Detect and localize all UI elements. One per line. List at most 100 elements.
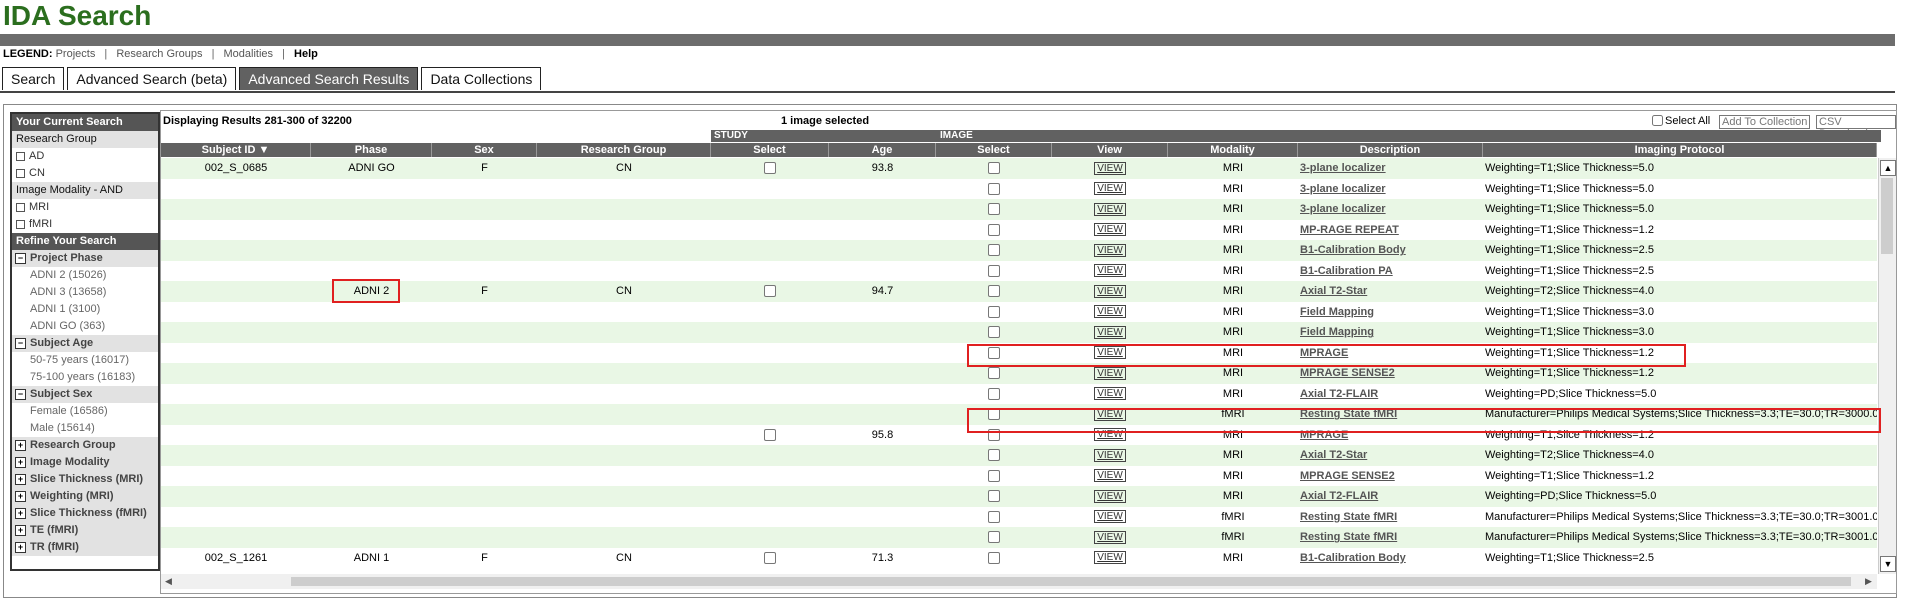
view-button[interactable]: VIEW bbox=[1094, 325, 1126, 339]
help-link[interactable]: Help bbox=[294, 48, 318, 60]
description-link[interactable]: B1-Calibration PA bbox=[1298, 265, 1483, 277]
collapse-icon[interactable]: − bbox=[15, 388, 26, 400]
view-button[interactable]: VIEW bbox=[1094, 223, 1126, 237]
section-project-phase[interactable]: − Project Phase bbox=[12, 250, 158, 267]
description-link[interactable]: MPRAGE SENSE2 bbox=[1298, 367, 1483, 379]
view-button[interactable]: VIEW bbox=[1094, 510, 1126, 524]
refine-option[interactable]: ADNI 2 (15026) bbox=[12, 267, 158, 284]
view-button[interactable]: VIEW bbox=[1094, 161, 1126, 175]
expand-icon[interactable]: + bbox=[15, 524, 26, 536]
expand-icon[interactable]: + bbox=[15, 456, 26, 468]
image-select-checkbox[interactable] bbox=[988, 469, 1000, 482]
description-link[interactable]: B1-Calibration Body bbox=[1298, 244, 1483, 256]
scroll-down-icon[interactable]: ▼ bbox=[1880, 556, 1896, 572]
col-research-group[interactable]: Research Group bbox=[537, 143, 711, 157]
tab-advanced-search[interactable]: Advanced Search (beta) bbox=[67, 67, 237, 90]
vertical-scrollbar[interactable]: ▲ ▼ bbox=[1878, 158, 1896, 574]
csv-download-button[interactable]: CSV Download bbox=[1816, 115, 1896, 140]
scroll-left-icon[interactable]: ◀ bbox=[165, 576, 172, 587]
section-te-fmri[interactable]: + TE (fMRI) bbox=[12, 522, 158, 539]
collapse-icon[interactable]: − bbox=[15, 337, 26, 349]
col-phase[interactable]: Phase bbox=[311, 143, 432, 157]
refine-option[interactable]: 50-75 years (16017) bbox=[12, 352, 158, 369]
description-link[interactable]: Resting State fMRI bbox=[1298, 531, 1483, 543]
image-select-checkbox[interactable] bbox=[988, 367, 1000, 380]
remove-filter-icon[interactable] bbox=[16, 219, 25, 229]
collapse-icon[interactable]: − bbox=[15, 252, 26, 264]
col-description[interactable]: Description bbox=[1298, 143, 1483, 157]
study-select-checkbox[interactable] bbox=[764, 551, 776, 564]
description-link[interactable]: Axial T2-Star bbox=[1298, 285, 1483, 297]
description-link[interactable]: Resting State fMRI bbox=[1298, 511, 1483, 523]
section-subject-age[interactable]: − Subject Age bbox=[12, 335, 158, 352]
expand-icon[interactable]: + bbox=[15, 490, 26, 502]
description-link[interactable]: B1-Calibration Body bbox=[1298, 552, 1483, 564]
view-button[interactable]: VIEW bbox=[1094, 448, 1126, 462]
col-modality[interactable]: Modality bbox=[1168, 143, 1298, 157]
view-button[interactable]: VIEW bbox=[1094, 202, 1126, 216]
add-to-collection-button[interactable]: Add To Collection bbox=[1719, 115, 1811, 129]
image-select-checkbox[interactable] bbox=[988, 510, 1000, 523]
current-filter-fmri[interactable]: fMRI bbox=[12, 216, 158, 233]
description-link[interactable]: 3-plane localizer bbox=[1298, 162, 1483, 174]
image-select-checkbox[interactable] bbox=[988, 305, 1000, 318]
refine-option[interactable]: Male (15614) bbox=[12, 420, 158, 437]
image-select-checkbox[interactable] bbox=[988, 326, 1000, 339]
refine-option[interactable]: ADNI GO (363) bbox=[12, 318, 158, 335]
section-slice-thickness-fmri[interactable]: + Slice Thickness (fMRI) bbox=[12, 505, 158, 522]
description-link[interactable]: 3-plane localizer bbox=[1298, 203, 1483, 215]
refine-option[interactable]: Female (16586) bbox=[12, 403, 158, 420]
description-link[interactable]: Field Mapping bbox=[1298, 326, 1483, 338]
study-select-checkbox[interactable] bbox=[764, 162, 776, 175]
view-button[interactable]: VIEW bbox=[1094, 469, 1126, 483]
image-select-checkbox[interactable] bbox=[988, 162, 1000, 175]
section-tr-fmri[interactable]: + TR (fMRI) bbox=[12, 539, 158, 556]
col-age[interactable]: Age bbox=[829, 143, 936, 157]
image-select-checkbox[interactable] bbox=[988, 531, 1000, 544]
col-sex[interactable]: Sex bbox=[432, 143, 537, 157]
section-image-modality[interactable]: + Image Modality bbox=[12, 454, 158, 471]
current-filter-cn[interactable]: CN bbox=[12, 165, 158, 182]
col-subject-id[interactable]: Subject ID ▼ bbox=[161, 143, 311, 157]
remove-filter-icon[interactable] bbox=[16, 202, 25, 212]
image-select-checkbox[interactable] bbox=[988, 490, 1000, 503]
image-select-checkbox[interactable] bbox=[988, 244, 1000, 257]
view-button[interactable]: VIEW bbox=[1094, 530, 1126, 544]
study-select-checkbox[interactable] bbox=[764, 285, 776, 298]
image-select-checkbox[interactable] bbox=[988, 223, 1000, 236]
section-weighting-mri[interactable]: + Weighting (MRI) bbox=[12, 488, 158, 505]
view-button[interactable]: VIEW bbox=[1094, 366, 1126, 380]
image-select-checkbox[interactable] bbox=[988, 387, 1000, 400]
scroll-up-icon[interactable]: ▲ bbox=[1880, 160, 1896, 176]
tab-search[interactable]: Search bbox=[2, 67, 65, 90]
legend-projects-link[interactable]: Projects bbox=[56, 48, 96, 60]
expand-icon[interactable]: + bbox=[15, 507, 26, 519]
image-select-checkbox[interactable] bbox=[988, 285, 1000, 298]
current-filter-ad[interactable]: AD bbox=[12, 148, 158, 165]
section-subject-sex[interactable]: − Subject Sex bbox=[12, 386, 158, 403]
description-link[interactable]: Axial T2-FLAIR bbox=[1298, 388, 1483, 400]
current-filter-mri[interactable]: MRI bbox=[12, 199, 158, 216]
col-imaging-protocol[interactable]: Imaging Protocol bbox=[1483, 143, 1877, 157]
image-select-checkbox[interactable] bbox=[988, 264, 1000, 277]
view-button[interactable]: VIEW bbox=[1094, 305, 1126, 319]
tab-advanced-search-results[interactable]: Advanced Search Results bbox=[239, 67, 419, 90]
image-select-checkbox[interactable] bbox=[988, 551, 1000, 564]
remove-filter-icon[interactable] bbox=[16, 151, 25, 161]
description-link[interactable]: Axial T2-FLAIR bbox=[1298, 490, 1483, 502]
scroll-thumb[interactable] bbox=[1881, 178, 1893, 254]
expand-icon[interactable]: + bbox=[15, 439, 26, 451]
description-link[interactable]: Field Mapping bbox=[1298, 306, 1483, 318]
view-button[interactable]: VIEW bbox=[1094, 243, 1126, 257]
view-button[interactable]: VIEW bbox=[1094, 489, 1126, 503]
refine-option[interactable]: ADNI 3 (13658) bbox=[12, 284, 158, 301]
tab-data-collections[interactable]: Data Collections bbox=[421, 67, 542, 90]
description-link[interactable]: Axial T2-Star bbox=[1298, 449, 1483, 461]
description-link[interactable]: 3-plane localizer bbox=[1298, 183, 1483, 195]
select-all[interactable]: Select All bbox=[1652, 115, 1710, 127]
view-button[interactable]: VIEW bbox=[1094, 284, 1126, 298]
refine-option[interactable]: ADNI 1 (3100) bbox=[12, 301, 158, 318]
description-link[interactable]: MPRAGE SENSE2 bbox=[1298, 470, 1483, 482]
select-all-checkbox[interactable] bbox=[1652, 115, 1663, 126]
image-select-checkbox[interactable] bbox=[988, 449, 1000, 462]
